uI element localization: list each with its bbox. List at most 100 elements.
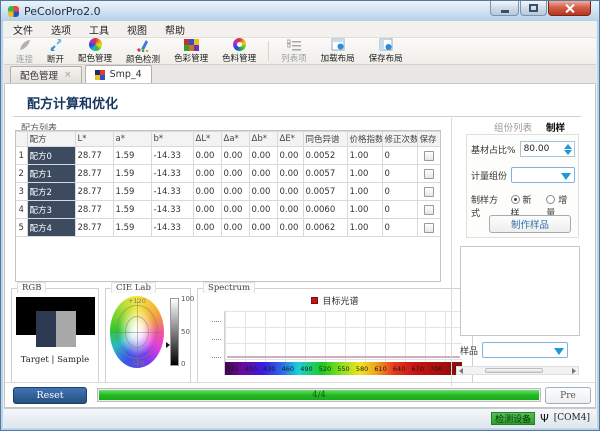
cell-save — [417, 165, 440, 183]
menu-options[interactable]: 选项 — [42, 20, 80, 39]
y-axis-tick — [212, 339, 221, 340]
minimize-button[interactable] — [490, 1, 519, 16]
reset-button[interactable]: Reset — [13, 387, 87, 404]
sample-dropdown[interactable] — [482, 342, 568, 358]
maximize-button[interactable] — [520, 1, 547, 16]
menu-view[interactable]: 视图 — [118, 20, 156, 39]
table-header-row: 配方 L* a* b* ΔL* Δa* Δb* ΔE* 同色异谱 价格指数 修正… — [16, 132, 440, 147]
toolbar-connect-button: 连接 — [9, 38, 40, 64]
menu-help[interactable]: 帮助 — [156, 20, 194, 39]
table-row[interactable]: 4 配方3 28.77 1.59 -14.33 0.00 0.00 0.00 0… — [16, 201, 440, 219]
save-checkbox[interactable] — [424, 223, 434, 233]
pre-button[interactable]: Pre — [545, 387, 591, 404]
sample-form: 基材占比% 80.00 计量组份 制样方式 新样 — [466, 134, 579, 238]
cell-save — [417, 183, 440, 201]
close-button[interactable] — [548, 1, 591, 16]
load-layout-icon — [330, 38, 346, 51]
toolbar-colorant-manage-button[interactable]: 色料管理 — [215, 38, 263, 64]
horizontal-scrollbar[interactable] — [456, 366, 579, 375]
tick-640: 640 — [393, 365, 405, 373]
rgb-panel: RGB Target | Sample — [11, 288, 99, 383]
recipe-name-cell[interactable]: 配方4 — [27, 219, 75, 237]
cell-dE: 0.00 — [277, 165, 303, 183]
tab-component-list[interactable]: 组份列表 — [494, 120, 532, 134]
cell-da: 0.00 — [221, 219, 249, 237]
document-tab-bar: 配色管理 × Smp_4 — [4, 65, 596, 83]
scroll-left-icon[interactable] — [459, 368, 463, 374]
cell-price: 1.00 — [347, 165, 382, 183]
color-wheel-icon — [87, 38, 103, 51]
table-row[interactable]: 2 配方1 28.77 1.59 -14.33 0.00 0.00 0.00 0… — [16, 165, 440, 183]
menu-bar: 文件 选项 工具 视图 帮助 — [4, 21, 596, 38]
table-row[interactable]: 1 配方0 28.77 1.59 -14.33 0.00 0.00 0.00 0… — [16, 147, 440, 165]
lightness-scale — [170, 298, 179, 366]
tab-make-sample[interactable]: 制样 — [546, 120, 565, 134]
cell-a: 1.59 — [113, 147, 151, 165]
cell-L: 28.77 — [75, 147, 113, 165]
spinner-arrows-icon[interactable] — [562, 143, 573, 155]
toolbar-save-layout-button[interactable]: 保存布局 — [362, 38, 410, 64]
scroll-right-icon[interactable] — [572, 368, 576, 374]
tab-color-match[interactable]: 配色管理 × — [10, 66, 82, 83]
recipe-name-cell[interactable]: 配方2 — [27, 183, 75, 201]
toolbar-colorant-manage-label: 色料管理 — [222, 52, 256, 64]
cell-L: 28.77 — [75, 165, 113, 183]
scrollbar-thumb[interactable] — [485, 368, 543, 373]
save-checkbox[interactable] — [424, 151, 434, 161]
progress-text: 4/4 — [98, 389, 540, 401]
table-row[interactable]: 3 配方2 28.77 1.59 -14.33 0.00 0.00 0.00 0… — [16, 183, 440, 201]
save-checkbox[interactable] — [424, 169, 434, 179]
cell-L: 28.77 — [75, 183, 113, 201]
chevron-down-icon — [561, 173, 571, 180]
window-title: PeColorPro2.0 — [24, 5, 101, 18]
recipe-name-cell[interactable]: 配方3 — [27, 201, 75, 219]
recipe-name-cell[interactable]: 配方0 — [27, 147, 75, 165]
connect-icon — [17, 38, 33, 52]
corner-header — [16, 132, 27, 147]
tick-490: 490 — [300, 365, 312, 373]
close-icon — [565, 3, 575, 13]
usb-icon: Ψ — [540, 413, 549, 424]
tab-color-match-label: 配色管理 — [20, 68, 58, 82]
table-row[interactable]: 5 配方4 28.77 1.59 -14.33 0.00 0.00 0.00 0… — [16, 219, 440, 237]
color-detect-icon — [135, 38, 151, 52]
tab-close-icon[interactable]: × — [64, 70, 72, 80]
toolbar-list-items-label: 列表项 — [281, 52, 307, 64]
toolbar-color-manage-label: 色彩管理 — [174, 52, 208, 64]
save-checkbox[interactable] — [424, 205, 434, 215]
lscale-0: 0 — [181, 360, 185, 368]
toolbar-color-manage-button[interactable]: 色彩管理 — [167, 38, 215, 64]
save-checkbox[interactable] — [424, 187, 434, 197]
toolbar-connect-label: 连接 — [16, 53, 33, 65]
cell-dL: 0.00 — [193, 183, 221, 201]
spectrum-panel-label: Spectrum — [203, 282, 255, 293]
cell-metamerism: 0.0062 — [303, 219, 347, 237]
recipe-name-cell[interactable]: 配方1 — [27, 165, 75, 183]
sample-list-box[interactable] — [460, 246, 580, 336]
toolbar-load-layout-button[interactable]: 加载布局 — [314, 38, 362, 64]
component-dropdown[interactable] — [511, 167, 575, 183]
col-correction-count: 修正次数 — [382, 132, 417, 147]
cell-correction: 0 — [382, 183, 417, 201]
menu-file[interactable]: 文件 — [4, 20, 42, 39]
legend-color-swatch — [311, 297, 318, 304]
base-ratio-input[interactable]: 80.00 — [520, 141, 575, 157]
tick-610: 610 — [374, 365, 386, 373]
recipe-table-container: 配方 L* a* b* ΔL* Δa* Δb* ΔE* 同色异谱 价格指数 修正… — [15, 130, 441, 282]
menu-tools[interactable]: 工具 — [80, 20, 118, 39]
cell-correction: 0 — [382, 201, 417, 219]
toolbar-disconnect-button[interactable]: 断开 — [40, 38, 71, 64]
row-index: 3 — [16, 183, 27, 201]
spectrum-panel: Spectrum 目标光谱 370 400 430 460 490 520 55… — [197, 288, 473, 383]
chevron-down-icon — [554, 348, 564, 355]
cell-a: 1.59 — [113, 219, 151, 237]
lab-axis-top-label: +120 — [110, 297, 164, 305]
base-ratio-value: 80.00 — [524, 144, 550, 154]
toolbar-list-items-button: 列表项 — [274, 38, 314, 64]
tab-smp4[interactable]: Smp_4 — [85, 65, 152, 83]
make-sample-button[interactable]: 制作样品 — [489, 215, 571, 233]
row-index: 1 — [16, 147, 27, 165]
toolbar-color-match-button[interactable]: 配色管理 — [71, 38, 119, 64]
toolbar-color-detect-button[interactable]: 颜色检测 — [119, 38, 167, 64]
recipe-table: 配方 L* a* b* ΔL* Δa* Δb* ΔE* 同色异谱 价格指数 修正… — [16, 131, 441, 237]
